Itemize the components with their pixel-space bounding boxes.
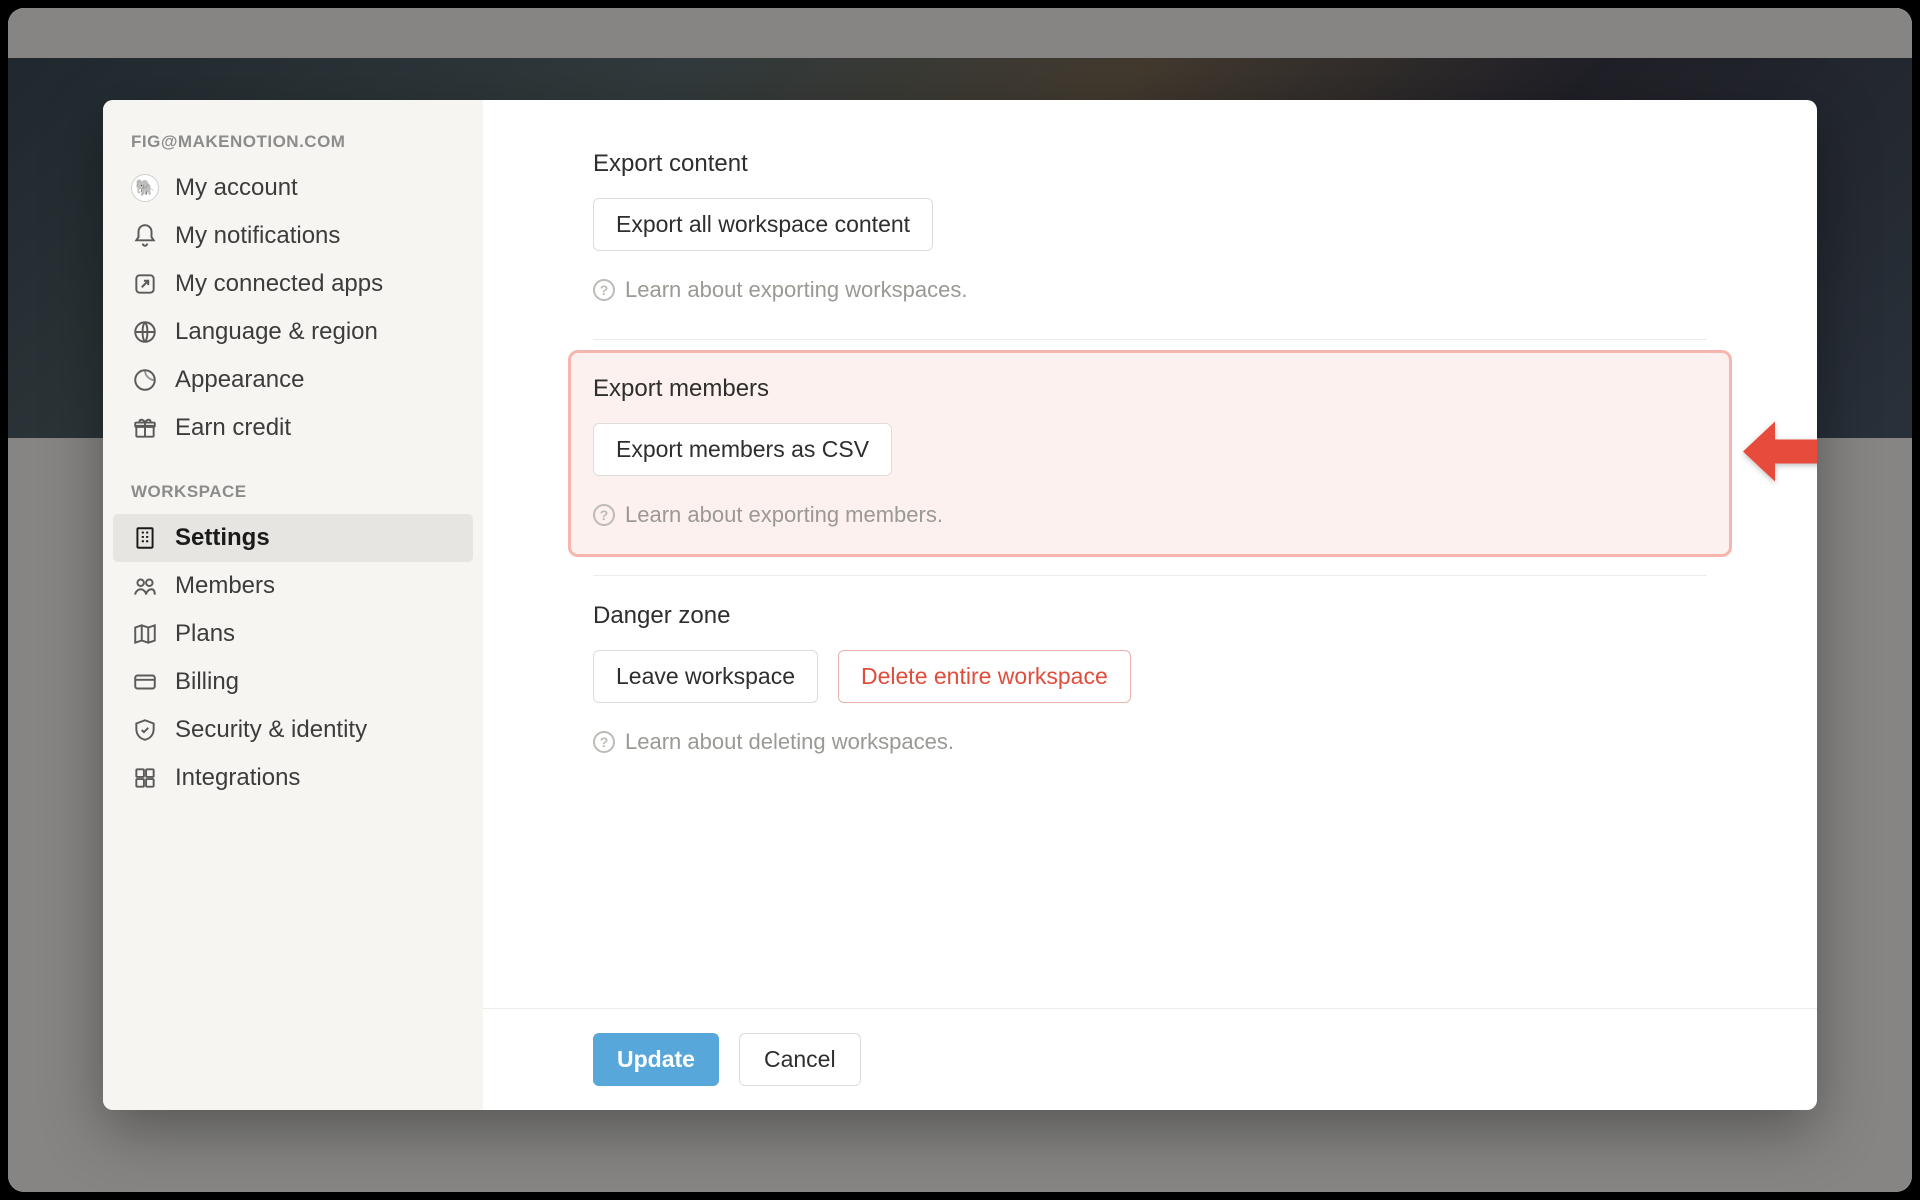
moon-icon — [131, 366, 159, 394]
sidebar-item-label: Integrations — [175, 764, 300, 792]
callout-arrow-icon — [1735, 409, 1817, 498]
hint-text: Learn about exporting members. — [625, 502, 943, 528]
export-members-csv-button[interactable]: Export members as CSV — [593, 423, 892, 476]
help-icon: ? — [593, 504, 615, 526]
modal-footer: Update Cancel — [483, 1008, 1817, 1110]
section-danger-zone: Danger zone Leave workspace Delete entir… — [593, 575, 1707, 791]
settings-scroll-area[interactable]: Export content Export all workspace cont… — [483, 100, 1817, 1008]
sidebar-item-label: Appearance — [175, 366, 304, 394]
danger-hint-link[interactable]: ? Learn about deleting workspaces. — [593, 729, 1707, 755]
sidebar-item-label: My connected apps — [175, 270, 383, 298]
settings-modal: FIG@MAKENOTION.COM 🐘 My account My notif… — [103, 100, 1817, 1110]
map-icon — [131, 620, 159, 648]
help-icon: ? — [593, 279, 615, 301]
settings-sidebar: FIG@MAKENOTION.COM 🐘 My account My notif… — [103, 100, 483, 1110]
sidebar-item-my-account[interactable]: 🐘 My account — [113, 164, 473, 212]
export-members-hint-link[interactable]: ? Learn about exporting members. — [593, 502, 1339, 528]
export-content-hint-link[interactable]: ? Learn about exporting workspaces. — [593, 277, 1707, 303]
sidebar-item-security[interactable]: Security & identity — [113, 706, 473, 754]
sidebar-item-billing[interactable]: Billing — [113, 658, 473, 706]
leave-workspace-button[interactable]: Leave workspace — [593, 650, 818, 703]
export-members-highlight: Export members Export members as CSV ? L… — [568, 350, 1732, 557]
export-content-title: Export content — [593, 150, 1707, 178]
hint-text: Learn about deleting workspaces. — [625, 729, 954, 755]
sidebar-item-connected-apps[interactable]: My connected apps — [113, 260, 473, 308]
sidebar-item-earn-credit[interactable]: Earn credit — [113, 404, 473, 452]
sidebar-item-notifications[interactable]: My notifications — [113, 212, 473, 260]
shield-icon — [131, 716, 159, 744]
sidebar-item-label: Settings — [175, 524, 270, 552]
help-icon: ? — [593, 731, 615, 753]
sidebar-item-label: My notifications — [175, 222, 340, 250]
section-export-content: Export content Export all workspace cont… — [593, 114, 1707, 339]
gift-icon — [131, 414, 159, 442]
grid-icon — [131, 764, 159, 792]
sidebar-item-plans[interactable]: Plans — [113, 610, 473, 658]
export-all-content-button[interactable]: Export all workspace content — [593, 198, 933, 251]
cancel-button[interactable]: Cancel — [739, 1033, 861, 1086]
delete-workspace-button[interactable]: Delete entire workspace — [838, 650, 1131, 703]
sidebar-item-integrations[interactable]: Integrations — [113, 754, 473, 802]
bell-icon — [131, 222, 159, 250]
update-button[interactable]: Update — [593, 1033, 719, 1086]
hint-text: Learn about exporting workspaces. — [625, 277, 967, 303]
sidebar-item-label: Security & identity — [175, 716, 367, 744]
section-export-members: Export members Export members as CSV ? L… — [593, 339, 1707, 575]
sidebar-item-language[interactable]: Language & region — [113, 308, 473, 356]
sidebar-item-appearance[interactable]: Appearance — [113, 356, 473, 404]
sidebar-item-label: Billing — [175, 668, 239, 696]
sidebar-item-label: Members — [175, 572, 275, 600]
globe-icon — [131, 318, 159, 346]
sidebar-item-members[interactable]: Members — [113, 562, 473, 610]
building-icon — [131, 524, 159, 552]
credit-card-icon — [131, 668, 159, 696]
mac-window: Open Positions FIG@MAKENOTION.COM 🐘 My a… — [8, 8, 1912, 1192]
sidebar-account-label: FIG@MAKENOTION.COM — [113, 132, 473, 164]
external-link-icon — [131, 270, 159, 298]
sidebar-item-settings[interactable]: Settings — [113, 514, 473, 562]
settings-main-panel: Export content Export all workspace cont… — [483, 100, 1817, 1110]
sidebar-item-label: Language & region — [175, 318, 378, 346]
members-icon — [131, 572, 159, 600]
sidebar-item-label: Earn credit — [175, 414, 291, 442]
sidebar-item-label: My account — [175, 174, 298, 202]
export-members-title: Export members — [593, 375, 1339, 403]
sidebar-workspace-label: WORKSPACE — [113, 482, 473, 514]
danger-zone-title: Danger zone — [593, 602, 1707, 630]
sidebar-item-label: Plans — [175, 620, 235, 648]
avatar-icon: 🐘 — [131, 174, 159, 202]
